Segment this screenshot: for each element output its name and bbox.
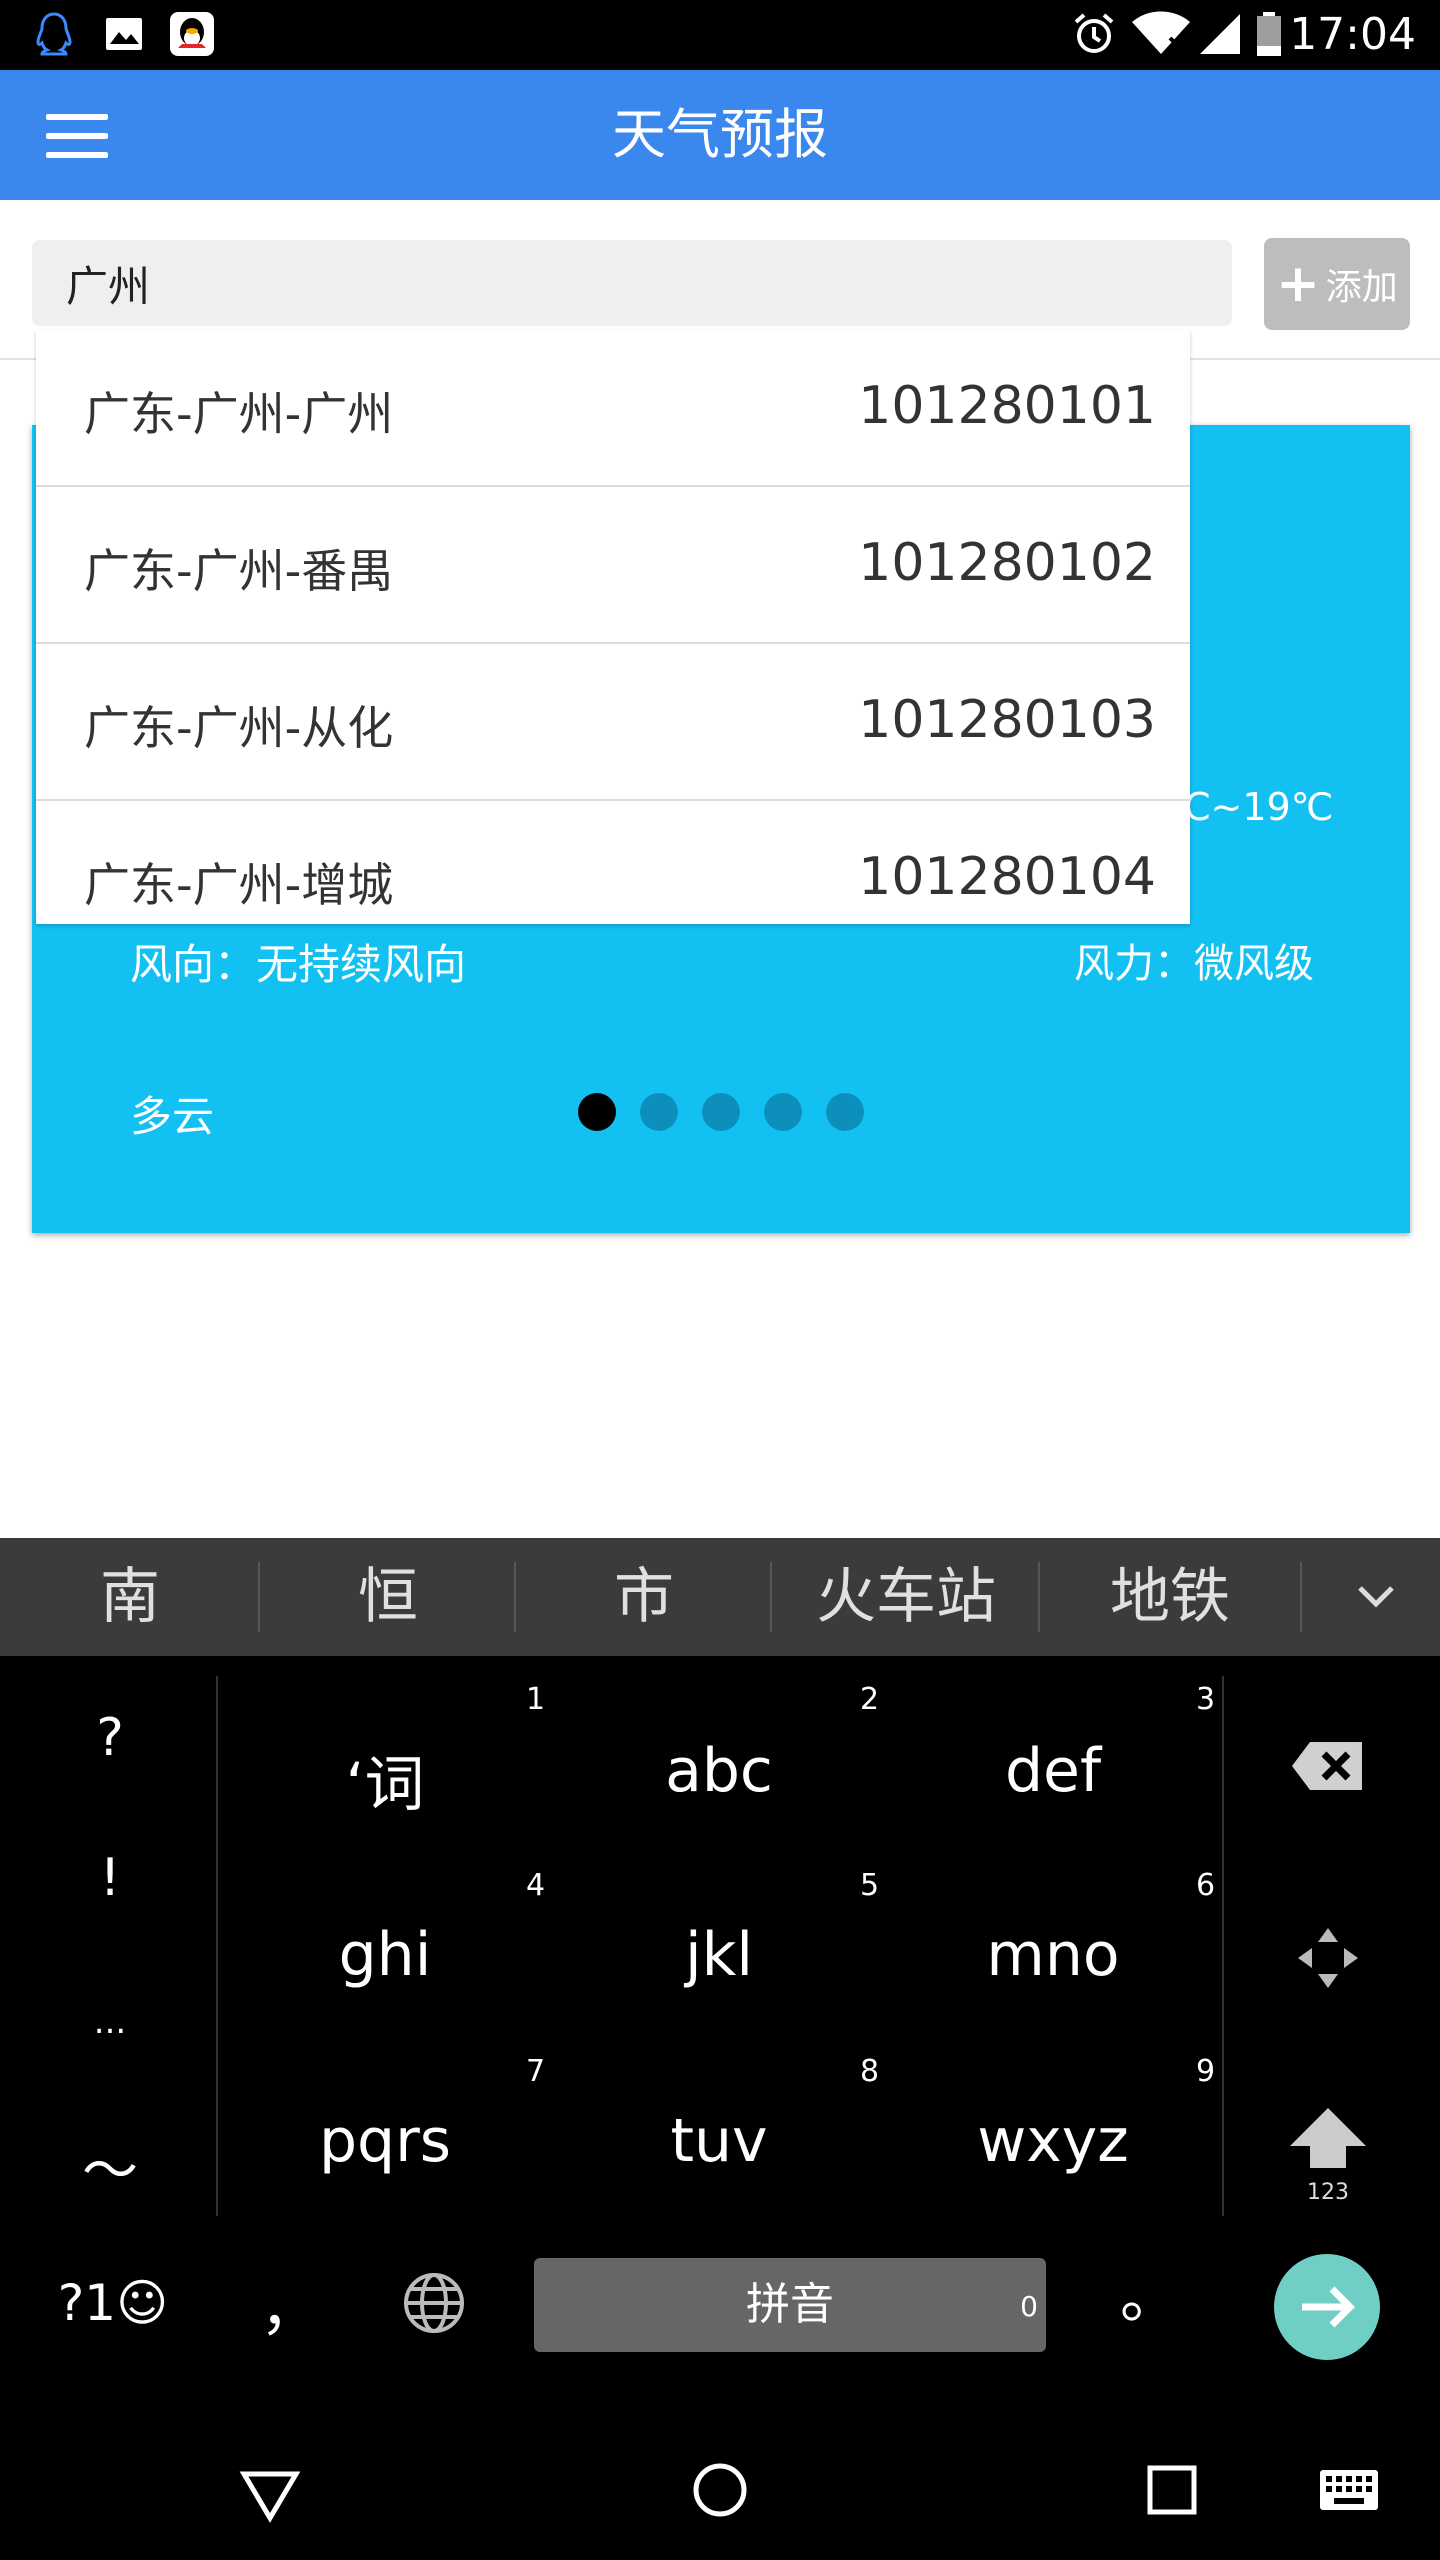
candidate-word[interactable]: 市 <box>516 1538 772 1656</box>
keyboard-icon[interactable] <box>1318 2468 1380 2512</box>
wind-force: 风力：微风级 <box>1074 941 1314 987</box>
key-question[interactable]: ? <box>70 1708 150 1768</box>
period-key[interactable]: 。 <box>1110 2248 1190 2335</box>
page-dot-5[interactable] <box>826 1093 864 1131</box>
hamburger-menu-icon[interactable] <box>46 114 108 158</box>
ime-candidate-bar: 南 恒 市 火车站 地铁 <box>0 1538 1440 1656</box>
candidate-word[interactable]: 火车站 <box>772 1538 1040 1656</box>
keyboard-separator <box>216 1676 218 2216</box>
shift-icon <box>1290 2108 1366 2168</box>
t9-keyboard: ? ! ... ～ 1 ‘词 2 abc 3 def 4 ghi 5 jkl 6… <box>0 1656 1440 2360</box>
key-number: 5 <box>860 1868 880 1903</box>
suggestion-name: 广东-广州-从化 <box>84 701 394 755</box>
key-6[interactable]: mno <box>908 1920 1198 1990</box>
home-icon[interactable] <box>690 2460 750 2520</box>
suggestion-name: 广东-广州-增城 <box>84 858 394 912</box>
space-label: 拼音 <box>746 2279 834 2330</box>
add-city-button[interactable]: + 添加 <box>1264 238 1410 330</box>
chevron-down-icon <box>1358 1586 1394 1608</box>
app-toolbar: 天气预报 <box>0 70 1440 200</box>
suggestion-code: 101280104 <box>858 847 1156 907</box>
suggestion-name: 广东-广州-广州 <box>84 387 394 441</box>
key-9[interactable]: wxyz <box>908 2106 1198 2176</box>
signal-icon <box>1200 14 1240 54</box>
battery-icon <box>1257 12 1281 56</box>
key-2[interactable]: abc <box>574 1736 864 1806</box>
suggestion-item[interactable]: 广东-广州-增城 101280104 <box>36 801 1190 924</box>
language-key[interactable] <box>396 2270 472 2346</box>
page-title: 天气预报 <box>612 103 828 166</box>
key-number: 7 <box>526 2054 546 2089</box>
weather-condition: 多云 <box>130 1092 215 1141</box>
key-number: 9 <box>1196 2054 1216 2089</box>
system-nav-bar <box>0 2360 1440 2560</box>
shift-key[interactable]: 123 <box>1284 2104 1372 2214</box>
arrow-right-icon <box>1302 2286 1355 2328</box>
cursor-move-icon <box>1298 1928 1358 1988</box>
expand-candidates-button[interactable] <box>1310 1538 1440 1656</box>
key-number: 4 <box>526 1868 546 1903</box>
page-dot-1[interactable] <box>578 1093 616 1131</box>
alarm-icon <box>1074 13 1114 53</box>
add-button-label: 添加 <box>1325 267 1398 308</box>
suggestion-name: 广东-广州-番禺 <box>84 544 394 598</box>
candidate-word[interactable]: 南 <box>0 1538 260 1656</box>
shift-sublabel: 123 <box>1307 2180 1349 2205</box>
globe-icon <box>404 2273 464 2333</box>
temperature-range: C~19℃ <box>1184 785 1334 829</box>
suggestion-item[interactable]: 广东-广州-番禺 101280102 <box>36 487 1190 644</box>
suggestion-code: 101280103 <box>858 690 1156 750</box>
wifi-icon <box>1132 11 1190 54</box>
backspace-key[interactable] <box>1280 1736 1376 1806</box>
key-exclamation[interactable]: ! <box>70 1848 150 1908</box>
suggestion-item[interactable]: 广东-广州-广州 101280101 <box>36 330 1190 487</box>
key-5[interactable]: jkl <box>574 1920 864 1990</box>
key-number: 3 <box>1196 1682 1216 1717</box>
key-4[interactable]: ghi <box>240 1920 530 1990</box>
recents-icon[interactable] <box>1146 2464 1198 2516</box>
comma-key[interactable]: ， <box>250 2260 330 2347</box>
space-number: 0 <box>1020 2290 1038 2323</box>
key-3[interactable]: def <box>908 1736 1198 1806</box>
suggestion-item[interactable]: 广东-广州-从化 101280103 <box>36 644 1190 801</box>
wind-direction: 风向：无持续风向 <box>130 940 467 989</box>
key-1[interactable]: ‘词 <box>240 1736 530 1823</box>
key-number: 2 <box>860 1682 880 1717</box>
key-8[interactable]: tuv <box>574 2106 864 2176</box>
city-suggestion-list: 广东-广州-广州 101280101 广东-广州-番禺 101280102 广东… <box>36 330 1190 924</box>
keyboard-separator <box>1222 1676 1224 2216</box>
space-key[interactable]: 拼音 0 <box>534 2258 1046 2352</box>
status-bar: 17:04 <box>0 0 1440 70</box>
key-7[interactable]: pqrs <box>240 2106 530 2176</box>
enter-key[interactable] <box>1274 2254 1380 2360</box>
suggestion-code: 101280101 <box>858 376 1156 436</box>
image-icon <box>106 18 142 50</box>
key-tilde[interactable]: ～ <box>70 2126 150 2207</box>
candidate-word[interactable]: 地铁 <box>1040 1538 1300 1656</box>
qq-penguin-icon <box>170 12 214 56</box>
page-dot-3[interactable] <box>702 1093 740 1131</box>
back-icon[interactable] <box>238 2468 302 2524</box>
city-search-input[interactable] <box>32 240 1232 326</box>
key-ellipsis[interactable]: ... <box>70 2002 150 2042</box>
page-dot-4[interactable] <box>764 1093 802 1131</box>
qq-outline-icon <box>36 12 72 56</box>
cursor-move-key[interactable] <box>1290 1920 1366 1996</box>
candidate-word[interactable]: 恒 <box>260 1538 516 1656</box>
candidate-separator <box>1300 1562 1302 1632</box>
symbols-emoji-key[interactable]: ?1☺ <box>48 2274 178 2332</box>
page-dot-2[interactable] <box>640 1093 678 1131</box>
status-time: 17:04 <box>1289 9 1416 60</box>
backspace-icon <box>1292 1742 1362 1790</box>
key-number: 1 <box>526 1682 546 1717</box>
plus-icon: + <box>1276 254 1320 314</box>
key-number: 6 <box>1196 1868 1216 1903</box>
suggestion-code: 101280102 <box>858 533 1156 593</box>
key-number: 8 <box>860 2054 880 2089</box>
